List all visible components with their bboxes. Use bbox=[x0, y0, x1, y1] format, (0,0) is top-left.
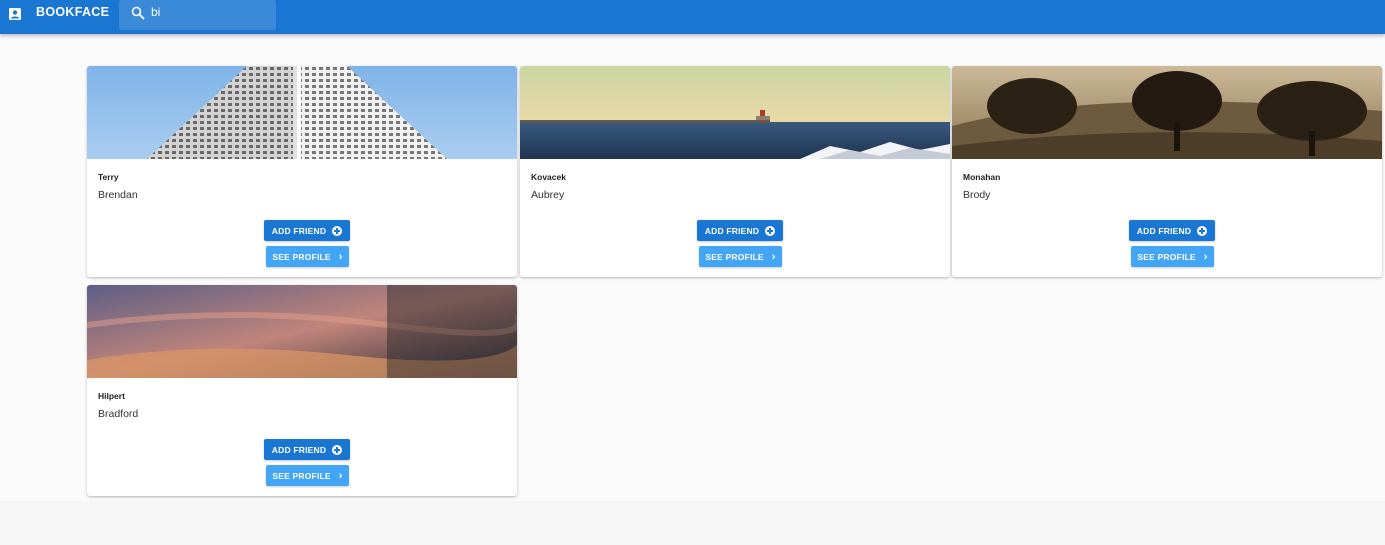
add-friend-button[interactable]: ADD FRIEND bbox=[264, 220, 350, 241]
search-icon bbox=[131, 6, 145, 20]
see-profile-button[interactable]: SEE PROFILE › bbox=[1131, 246, 1214, 267]
profile-card-monahan: Monahan Brody ADD FRIEND SEE PROFILE › bbox=[952, 66, 1382, 277]
see-profile-button[interactable]: SEE PROFILE › bbox=[699, 246, 782, 267]
card-image-sea bbox=[520, 66, 950, 159]
add-friend-label: ADD FRIEND bbox=[271, 444, 327, 455]
card-last-name: Hilpert bbox=[98, 391, 125, 401]
app-bar: BOOKFACE bbox=[0, 0, 1385, 34]
add-friend-label: ADD FRIEND bbox=[1136, 225, 1192, 236]
add-friend-button[interactable]: ADD FRIEND bbox=[697, 220, 783, 241]
add-friend-button[interactable]: ADD FRIEND bbox=[1129, 220, 1215, 241]
card-last-name: Monahan bbox=[963, 172, 1001, 182]
add-friend-label: ADD FRIEND bbox=[704, 225, 760, 236]
profile-card-hilpert: Hilpert Bradford ADD FRIEND SEE PROFILE … bbox=[87, 285, 517, 496]
chevron-right-icon: › bbox=[1203, 250, 1208, 263]
card-image-trees bbox=[952, 66, 1382, 159]
search-input[interactable] bbox=[151, 3, 271, 21]
main-content: Terry Brendan ADD FRIEND SEE PROFILE › K… bbox=[0, 34, 1385, 501]
card-first-name: Brendan bbox=[98, 189, 138, 201]
card-image-sunset bbox=[87, 285, 517, 378]
chevron-right-icon: › bbox=[338, 250, 343, 263]
profile-card-terry: Terry Brendan ADD FRIEND SEE PROFILE › bbox=[87, 66, 517, 277]
see-profile-label: SEE PROFILE bbox=[1137, 251, 1196, 262]
see-profile-label: SEE PROFILE bbox=[705, 251, 764, 262]
add-circle-icon bbox=[332, 444, 343, 455]
chevron-right-icon: › bbox=[771, 250, 776, 263]
card-image-building bbox=[87, 66, 517, 159]
see-profile-button[interactable]: SEE PROFILE › bbox=[266, 465, 349, 486]
add-friend-label: ADD FRIEND bbox=[271, 225, 327, 236]
chevron-right-icon: › bbox=[338, 469, 343, 482]
card-first-name: Brody bbox=[963, 189, 991, 201]
brand-title: BOOKFACE bbox=[36, 5, 110, 19]
add-friend-button[interactable]: ADD FRIEND bbox=[264, 439, 350, 460]
card-last-name: Terry bbox=[98, 172, 119, 182]
card-last-name: Kovacek bbox=[531, 172, 566, 182]
add-circle-icon bbox=[332, 225, 343, 236]
see-profile-label: SEE PROFILE bbox=[272, 470, 331, 481]
card-first-name: Bradford bbox=[98, 408, 139, 420]
profile-card-kovacek: Kovacek Aubrey ADD FRIEND SEE PROFILE › bbox=[520, 66, 950, 277]
add-circle-icon bbox=[1197, 225, 1208, 236]
contact-icon[interactable] bbox=[8, 7, 22, 21]
see-profile-button[interactable]: SEE PROFILE › bbox=[266, 246, 349, 267]
see-profile-label: SEE PROFILE bbox=[272, 251, 331, 262]
add-circle-icon bbox=[765, 225, 776, 236]
card-first-name: Aubrey bbox=[531, 189, 565, 201]
search-box[interactable] bbox=[119, 0, 276, 30]
